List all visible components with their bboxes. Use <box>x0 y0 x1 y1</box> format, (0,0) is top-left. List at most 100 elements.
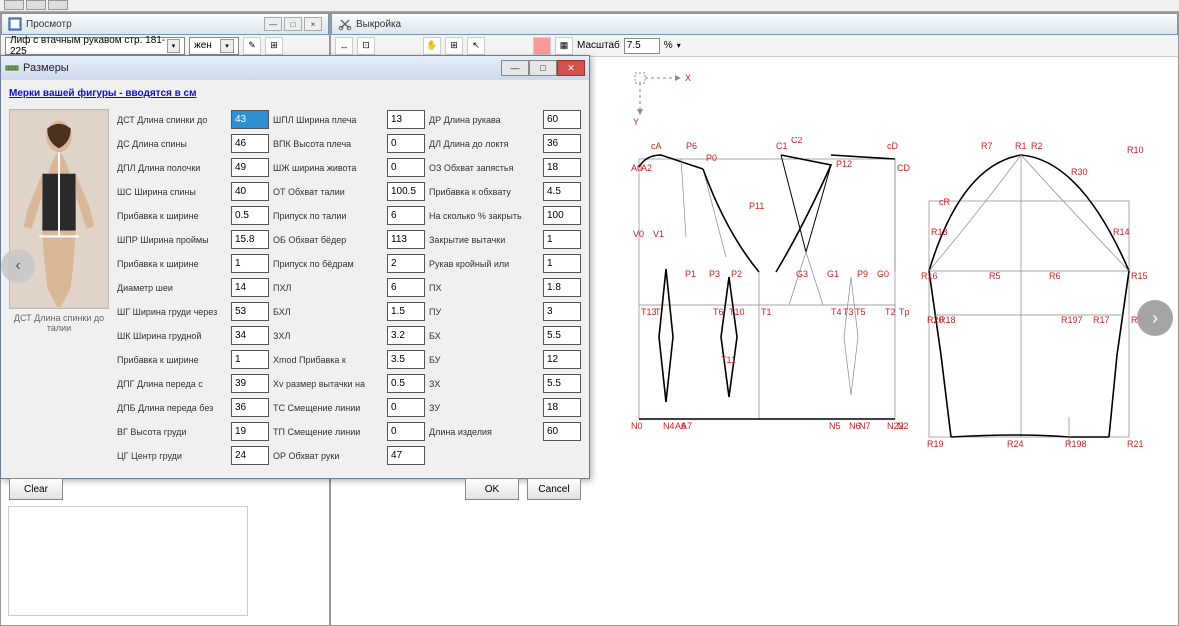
maximize-icon[interactable]: □ <box>284 17 302 31</box>
svg-text:R197: R197 <box>1061 315 1083 325</box>
tool-button[interactable]: ⊞ <box>265 37 283 55</box>
field-row: ОР Обхват руки <box>273 445 425 466</box>
measurement-input[interactable] <box>387 110 425 129</box>
measurement-input[interactable] <box>387 350 425 369</box>
next-arrow-icon[interactable]: › <box>1137 300 1173 336</box>
svg-text:T5: T5 <box>855 307 866 317</box>
measurement-input[interactable] <box>387 374 425 393</box>
measurement-input[interactable] <box>543 302 581 321</box>
svg-text:A7: A7 <box>681 421 692 431</box>
measurement-input[interactable] <box>231 278 269 297</box>
ok-button[interactable]: OK <box>465 478 519 500</box>
measurement-input[interactable] <box>231 158 269 177</box>
tool-button[interactable]: ⊡ <box>357 37 375 55</box>
measurement-input[interactable] <box>543 182 581 201</box>
measurement-input[interactable] <box>543 374 581 393</box>
hint-link[interactable]: Мерки вашей фигуры - вводятся в см <box>9 88 581 99</box>
chevron-down-icon[interactable]: ▾ <box>677 41 681 50</box>
measurement-input[interactable] <box>543 158 581 177</box>
gender-select[interactable]: жен ▾ <box>189 37 239 55</box>
minimize-icon[interactable]: — <box>264 17 282 31</box>
field-label: Прибавка к ширине <box>117 355 228 365</box>
prev-photo-icon[interactable]: ‹ <box>1 249 35 283</box>
measurement-input[interactable] <box>387 182 425 201</box>
close-icon[interactable]: × <box>304 17 322 31</box>
tool-button[interactable]: ▦ <box>555 37 573 55</box>
scale-suffix: % <box>664 40 673 51</box>
preview-panel-header[interactable]: Просмотр — □ × <box>1 13 329 35</box>
pattern-select[interactable]: Лиф с втачным рукавом стр. 181-225 ▾ <box>5 37 185 55</box>
hand-tool-icon[interactable]: ✋ <box>423 37 441 55</box>
clear-button[interactable]: Clear <box>9 478 63 500</box>
measurement-input[interactable] <box>387 302 425 321</box>
maximize-icon[interactable]: □ <box>529 60 557 76</box>
measurement-input[interactable] <box>543 350 581 369</box>
measurement-input[interactable] <box>387 398 425 417</box>
measurement-input[interactable] <box>231 230 269 249</box>
field-label: ОБ Обхват бёдер <box>273 235 384 245</box>
close-icon[interactable]: ✕ <box>557 60 585 76</box>
measurement-input[interactable] <box>231 206 269 225</box>
measurement-input[interactable] <box>543 134 581 153</box>
svg-text:cR: cR <box>939 197 951 207</box>
field-row: БУ <box>429 349 581 370</box>
measurement-input[interactable] <box>543 422 581 441</box>
measurement-input[interactable] <box>543 398 581 417</box>
measurement-input[interactable] <box>231 134 269 153</box>
measurement-input[interactable] <box>231 182 269 201</box>
svg-text:T1: T1 <box>761 307 772 317</box>
measurement-input[interactable] <box>231 398 269 417</box>
measurement-input[interactable] <box>387 326 425 345</box>
measurement-input[interactable] <box>231 446 269 465</box>
minimize-icon[interactable]: — <box>501 60 529 76</box>
svg-text:R13: R13 <box>931 227 948 237</box>
measurement-input[interactable] <box>387 446 425 465</box>
measurement-input[interactable] <box>543 230 581 249</box>
measurement-input[interactable] <box>387 206 425 225</box>
measurement-input[interactable] <box>231 254 269 273</box>
toolbar-button[interactable] <box>26 0 46 10</box>
svg-text:R30: R30 <box>1071 167 1088 177</box>
measurement-input[interactable] <box>543 206 581 225</box>
field-label: Прибавка к обхвату <box>429 187 540 197</box>
svg-text:P11: P11 <box>749 201 764 211</box>
color-tool-icon[interactable] <box>533 37 551 55</box>
tool-button[interactable]: ✎ <box>243 37 261 55</box>
measurement-input[interactable] <box>387 254 425 273</box>
field-col-2: ШПЛ Ширина плечаВПК Высота плечаШЖ ширин… <box>273 109 425 466</box>
pointer-tool-icon[interactable]: ↖ <box>467 37 485 55</box>
scale-input[interactable] <box>624 38 660 54</box>
measurement-input[interactable] <box>543 326 581 345</box>
measurement-input[interactable] <box>231 422 269 441</box>
toolbar-button[interactable] <box>48 0 68 10</box>
dialog-buttons: Clear OK Cancel <box>9 472 581 500</box>
measurement-input[interactable] <box>231 350 269 369</box>
measurement-input[interactable] <box>543 254 581 273</box>
field-row: Припуск по бёдрам <box>273 253 425 274</box>
measurement-input[interactable] <box>231 326 269 345</box>
dialog-titlebar[interactable]: Размеры — □ ✕ <box>1 56 589 80</box>
measurement-input[interactable] <box>387 158 425 177</box>
field-label: ШС Ширина спины <box>117 187 228 197</box>
field-label: ЦГ Центр груди <box>117 451 228 461</box>
measurement-input[interactable] <box>387 278 425 297</box>
tool-button[interactable]: ↔ <box>335 37 353 55</box>
toolbar-button[interactable] <box>4 0 24 10</box>
pattern-panel-header[interactable]: Выкройка <box>331 13 1178 35</box>
field-row: БХЛ <box>273 301 425 322</box>
cancel-button[interactable]: Cancel <box>527 478 581 500</box>
measurement-input[interactable] <box>231 110 269 129</box>
measurement-input[interactable] <box>387 422 425 441</box>
measurement-input[interactable] <box>387 230 425 249</box>
measurement-input[interactable] <box>543 110 581 129</box>
measurement-input[interactable] <box>231 302 269 321</box>
measurement-input[interactable] <box>387 134 425 153</box>
measurement-input[interactable] <box>231 374 269 393</box>
svg-text:R18: R18 <box>939 315 956 325</box>
field-col-1: ДСТ Длина спинки доДС Длина спиныДПЛ Дли… <box>117 109 269 466</box>
field-row: ЦГ Центр груди <box>117 445 269 466</box>
pattern-title: Выкройка <box>356 19 401 30</box>
tool-button[interactable]: ⊞ <box>445 37 463 55</box>
svg-text:P9: P9 <box>857 269 868 279</box>
measurement-input[interactable] <box>543 278 581 297</box>
